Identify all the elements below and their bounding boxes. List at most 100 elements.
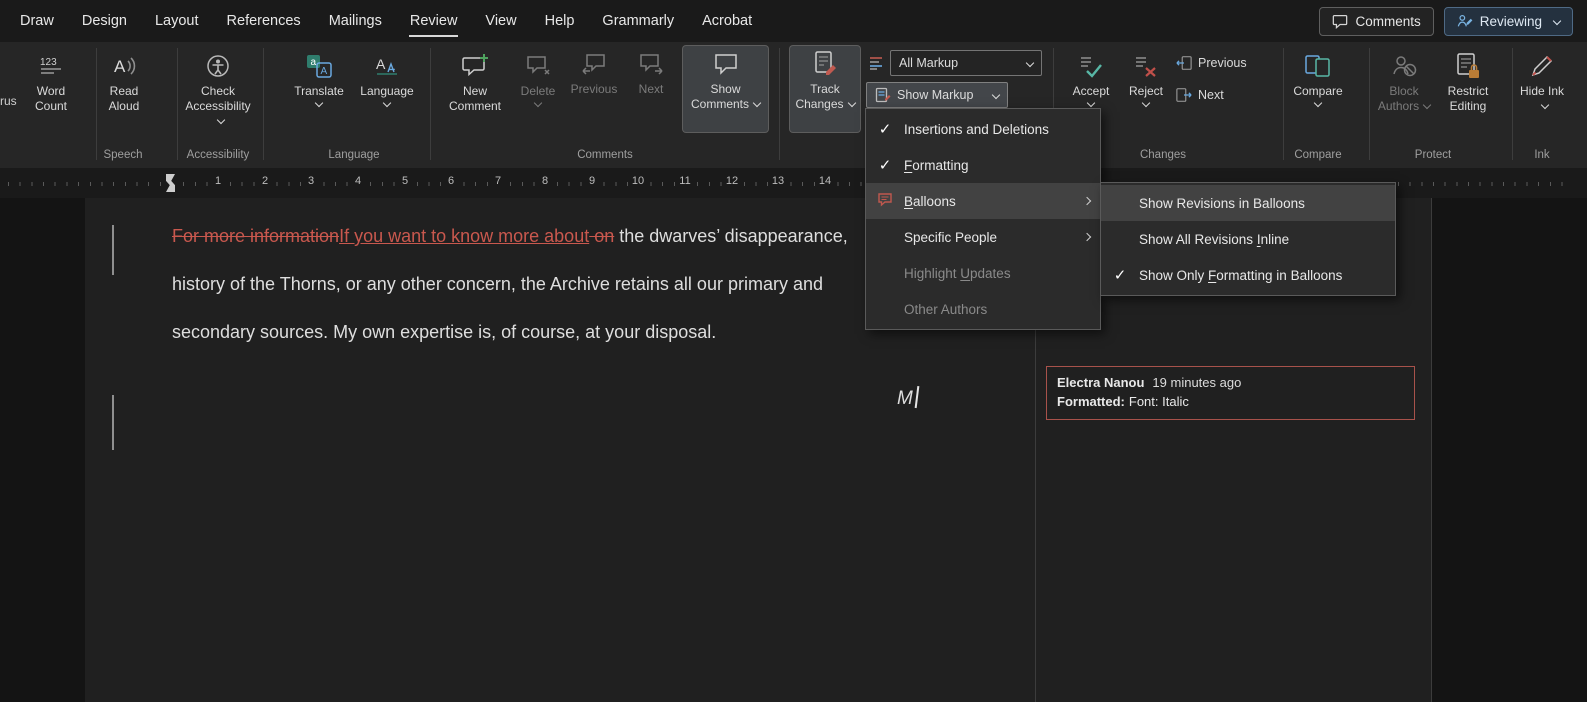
- group-divider: [177, 48, 178, 160]
- read-aloud-button[interactable]: A Read Aloud: [99, 48, 149, 114]
- track-changes-icon: [812, 49, 838, 79]
- word-window: Draw Design Layout References Mailings R…: [0, 0, 1587, 702]
- group-divider: [779, 48, 780, 160]
- previous-change-button[interactable]: Previous: [1176, 55, 1247, 71]
- tab-help[interactable]: Help: [531, 0, 589, 42]
- tab-references[interactable]: References: [213, 0, 315, 42]
- chevron-down-icon: [1026, 59, 1034, 67]
- tab-draw[interactable]: Draw: [6, 0, 68, 42]
- translate-button[interactable]: aA Translate: [290, 48, 348, 106]
- balloons-submenu: Show Revisions in Balloons Show All Revi…: [1100, 182, 1396, 296]
- ruler-number: 3: [304, 175, 318, 187]
- menu-item-show-all-revisions-inline[interactable]: Show All Revisions Inline: [1101, 221, 1395, 257]
- tab-layout[interactable]: Layout: [141, 0, 213, 42]
- accept-label: Accept: [1073, 84, 1110, 99]
- block-authors-icon: [1391, 51, 1417, 81]
- tab-acrobat[interactable]: Acrobat: [688, 0, 766, 42]
- svg-text:A: A: [114, 57, 126, 76]
- chevron-down-icon: [1540, 101, 1548, 109]
- translate-label: Translate: [294, 84, 344, 99]
- next-change-button[interactable]: Next: [1176, 87, 1224, 103]
- read-aloud-icon: A: [111, 51, 137, 81]
- show-comments-button[interactable]: Show Comments: [683, 46, 768, 132]
- language-label: Language: [360, 84, 413, 99]
- block-authors-button[interactable]: Block Authors: [1374, 48, 1434, 114]
- menu-item-balloons[interactable]: Balloons: [866, 183, 1100, 219]
- menu-item-show-only-formatting-in-balloons[interactable]: ✓ Show Only Formatting in Balloons: [1101, 257, 1395, 293]
- comments-button[interactable]: Comments: [1319, 7, 1433, 36]
- check-icon: ✓: [1114, 266, 1127, 284]
- group-label-protect: Protect: [1398, 149, 1468, 161]
- chevron-down-icon: [992, 91, 1000, 99]
- ribbon-tabs: Draw Design Layout References Mailings R…: [0, 0, 766, 42]
- accept-button[interactable]: Accept: [1063, 48, 1119, 106]
- tab-mailings[interactable]: Mailings: [315, 0, 396, 42]
- menu-item-label: Show Only Formatting in Balloons: [1139, 268, 1342, 283]
- reviewing-button[interactable]: Reviewing: [1444, 7, 1573, 36]
- reviewing-button-label: Reviewing: [1480, 14, 1542, 29]
- track-changes-label: Track Changes: [795, 82, 843, 111]
- compare-button[interactable]: Compare: [1289, 48, 1347, 106]
- ruler-number: 11: [678, 175, 692, 187]
- paragraph-2[interactable]: M: [897, 386, 917, 410]
- language-button[interactable]: A Language: [357, 48, 417, 106]
- menu-item-label: Show Revisions in Balloons: [1139, 196, 1305, 211]
- delete-comment-label: Delete: [521, 84, 556, 99]
- menu-item-insertions-and-deletions[interactable]: ✓ Insertions and Deletions: [866, 111, 1100, 147]
- restrict-editing-button[interactable]: Restrict Editing: [1438, 48, 1498, 114]
- inserted-text: If you want to know more about: [339, 226, 589, 246]
- new-comment-button[interactable]: New Comment: [444, 48, 506, 114]
- tab-design[interactable]: Design: [68, 0, 141, 42]
- revision-balloon[interactable]: Electra Nanou19 minutes ago Formatted:Fo…: [1046, 366, 1415, 420]
- balloon-change-type: Formatted:: [1057, 394, 1125, 409]
- compare-icon: [1304, 51, 1332, 81]
- chevron-down-icon: [1314, 99, 1322, 107]
- next-comment-button[interactable]: Next: [628, 52, 674, 96]
- svg-text:A: A: [321, 66, 328, 77]
- chevron-down-icon: [1423, 101, 1431, 109]
- chevron-down-icon: [1142, 99, 1150, 107]
- display-for-review-select[interactable]: All Markup: [890, 50, 1042, 76]
- show-markup-menu: ✓ Insertions and Deletions ✓ Formatting …: [865, 108, 1101, 330]
- previous-change-label: Previous: [1198, 56, 1247, 70]
- reviewing-icon: [1457, 13, 1473, 29]
- deleted-text: on: [589, 226, 614, 246]
- menu-item-formatting[interactable]: ✓ Formatting: [866, 147, 1100, 183]
- read-aloud-label: Read Aloud: [99, 84, 149, 114]
- chevron-down-icon: [1553, 17, 1561, 25]
- word-count-button[interactable]: 123 Word Count: [22, 48, 80, 114]
- ruler-number: 7: [491, 175, 505, 187]
- hide-ink-button[interactable]: Hide Ink: [1516, 48, 1568, 114]
- menu-item-label: Highlight Updates: [904, 266, 1011, 281]
- document-text[interactable]: For more informationIf you want to know …: [172, 212, 848, 356]
- menu-item-highlight-updates[interactable]: Highlight Updates: [866, 255, 1100, 291]
- thesaurus-button-partial[interactable]: rus: [0, 94, 17, 108]
- previous-comment-button[interactable]: Previous: [568, 52, 620, 96]
- check-accessibility-button[interactable]: Check Accessibility: [180, 48, 256, 129]
- menu-item-label: Specific People: [904, 230, 997, 245]
- tab-grammarly[interactable]: Grammarly: [588, 0, 688, 42]
- ruler-number: 8: [538, 175, 552, 187]
- group-divider: [263, 48, 264, 160]
- menu-item-other-authors[interactable]: Other Authors: [866, 291, 1100, 327]
- text-line-1: For more informationIf you want to know …: [172, 212, 848, 260]
- ruler-number: 10: [631, 175, 645, 187]
- group-divider: [1283, 48, 1284, 160]
- delete-comment-button[interactable]: Delete: [514, 48, 562, 106]
- restrict-editing-label: Restrict Editing: [1438, 84, 1498, 114]
- reject-button[interactable]: Reject: [1121, 48, 1171, 106]
- previous-comment-label: Previous: [571, 82, 618, 96]
- next-change-label: Next: [1198, 88, 1224, 102]
- ruler-number: 9: [585, 175, 599, 187]
- track-changes-button[interactable]: Track Changes: [790, 46, 860, 132]
- menu-item-label: Insertions and Deletions: [904, 122, 1049, 137]
- menu-item-show-revisions-in-balloons[interactable]: Show Revisions in Balloons: [1101, 185, 1395, 221]
- menu-item-specific-people[interactable]: Specific People: [866, 219, 1100, 255]
- tab-review[interactable]: Review: [396, 0, 472, 42]
- group-label-comments: Comments: [560, 149, 650, 161]
- show-markup-button[interactable]: Show Markup: [866, 82, 1008, 108]
- previous-comment-icon: [581, 52, 607, 79]
- group-label-speech: Speech: [90, 149, 156, 161]
- tab-view[interactable]: View: [471, 0, 530, 42]
- body-text: the dwarves’ disappearance,: [614, 226, 847, 246]
